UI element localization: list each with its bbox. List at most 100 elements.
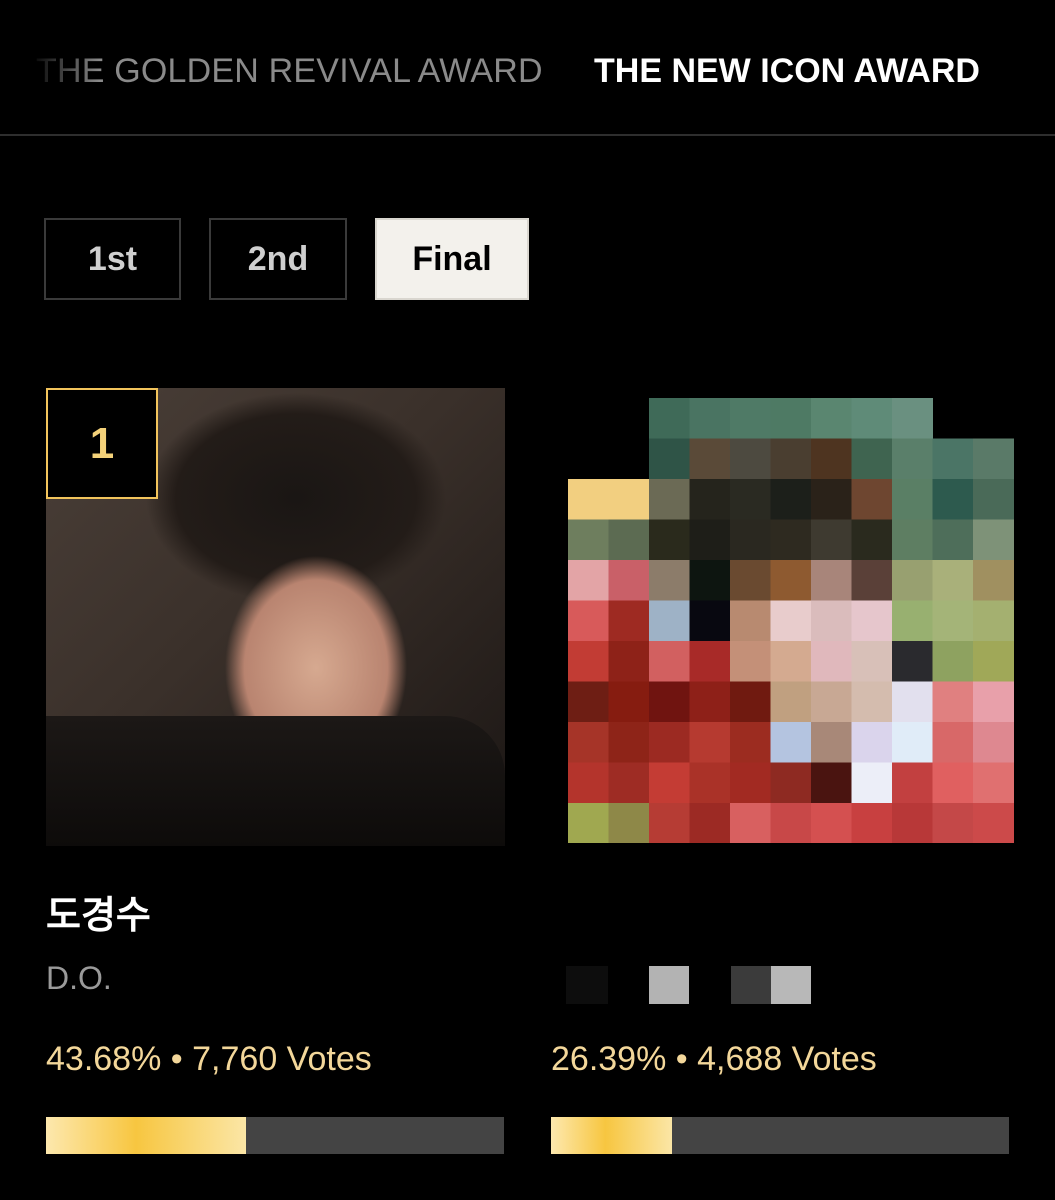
mosaic-cell <box>851 560 893 601</box>
mosaic-cell <box>770 560 812 601</box>
mosaic-cell <box>851 762 893 804</box>
mosaic-cell <box>689 519 731 561</box>
mosaic-cell <box>811 762 852 804</box>
mosaic-cell <box>689 762 731 804</box>
candidate-2-stats: 26.39% • 4,688 Votes <box>551 1040 877 1079</box>
rank-badge: 1 <box>46 388 158 499</box>
mosaic-cell <box>932 803 974 843</box>
mosaic-cell <box>851 722 893 763</box>
mosaic-cell <box>689 641 731 682</box>
candidate-1-votes: 7,760 Votes <box>192 1040 372 1078</box>
candidate-1-vote-bar <box>46 1117 504 1154</box>
mosaic-cell <box>730 519 771 561</box>
mosaic-cell <box>730 438 771 480</box>
mosaic-cell <box>568 722 609 763</box>
mosaic-cell <box>608 519 650 561</box>
mosaic-cell <box>608 803 650 843</box>
mosaic-cell <box>932 600 974 642</box>
mosaic-cell <box>689 803 731 843</box>
mosaic-cell <box>568 641 609 682</box>
mosaic-cell <box>851 600 893 642</box>
mosaic-cell <box>811 681 852 723</box>
mosaic-cell <box>973 438 1014 480</box>
mosaic-cell <box>892 479 933 520</box>
mosaic-cell <box>811 722 852 763</box>
mosaic-cell <box>689 438 731 480</box>
mosaic-cell <box>811 438 852 480</box>
mosaic-cell <box>932 722 974 763</box>
mosaic-cell <box>770 398 812 439</box>
photo-shoulders <box>46 716 505 846</box>
round-2nd-button[interactable]: 2nd <box>209 218 347 300</box>
mosaic-cell <box>811 519 852 561</box>
mosaic-cell <box>649 560 690 601</box>
mosaic-cell <box>851 398 893 439</box>
mosaic-cell <box>730 479 771 520</box>
mosaic-cell <box>811 641 852 682</box>
mosaic-cell <box>649 681 690 723</box>
mosaic-cell <box>892 722 933 763</box>
mosaic-cell <box>730 762 771 804</box>
mosaic-cell <box>568 803 609 843</box>
mosaic-cell <box>932 560 974 601</box>
mosaic-cell <box>770 479 812 520</box>
mosaic-cell <box>770 438 812 480</box>
round-1st-button[interactable]: 1st <box>44 218 181 300</box>
mosaic-cell <box>892 398 933 439</box>
mosaic-cell <box>932 438 974 480</box>
mosaic-cell <box>608 600 650 642</box>
mosaic-cell <box>730 681 771 723</box>
mosaic-cell <box>730 398 771 439</box>
mosaic-cell <box>973 722 1014 763</box>
candidate-1-percent: 43.68% <box>46 1040 162 1078</box>
mosaic-cell <box>892 803 933 843</box>
mosaic-cell <box>973 641 1014 682</box>
mosaic-cell <box>689 681 731 723</box>
mosaic-cell <box>932 479 974 520</box>
mosaic-cell <box>973 681 1014 723</box>
mosaic-cell <box>851 803 893 843</box>
redacted-block <box>771 966 811 1004</box>
mosaic-cell <box>851 519 893 561</box>
candidate-2-photo-pixelated[interactable] <box>568 398 1014 843</box>
mosaic-cell <box>811 560 852 601</box>
mosaic-cell <box>770 722 812 763</box>
mosaic-cell <box>689 600 731 642</box>
mosaic-cell <box>730 722 771 763</box>
mosaic-cell <box>689 398 731 439</box>
mosaic-cell <box>892 681 933 723</box>
mosaic-cell <box>770 762 812 804</box>
mosaic-cell <box>770 600 812 642</box>
candidate-2-vote-bar <box>551 1117 1009 1154</box>
candidate-2-percent: 26.39% <box>551 1040 667 1078</box>
mosaic-cell <box>608 722 650 763</box>
mosaic-cell <box>851 681 893 723</box>
mosaic-cell <box>568 479 609 520</box>
round-final-button[interactable]: Final <box>375 218 529 300</box>
redacted-block <box>649 966 689 1004</box>
mosaic-cell <box>649 641 690 682</box>
mosaic-cell <box>932 641 974 682</box>
mosaic-cell <box>568 762 609 804</box>
mosaic-cell <box>568 681 609 723</box>
mosaic-cell <box>608 762 650 804</box>
mosaic-cell <box>649 722 690 763</box>
mosaic-cell <box>649 600 690 642</box>
mosaic-cell <box>568 519 609 561</box>
mosaic-cell <box>892 560 933 601</box>
mosaic-cell <box>892 600 933 642</box>
tab-golden-revival-award[interactable]: THE GOLDEN REVIVAL AWARD <box>36 52 543 91</box>
mosaic-cell <box>770 641 812 682</box>
mosaic-cell <box>973 479 1014 520</box>
mosaic-cell <box>892 438 933 480</box>
mosaic-cell <box>730 641 771 682</box>
candidate-2-votes: 4,688 Votes <box>697 1040 877 1078</box>
tab-new-icon-award[interactable]: THE NEW ICON AWARD <box>594 52 980 91</box>
candidate-1-stats: 43.68% • 7,760 Votes <box>46 1040 372 1079</box>
mosaic-cell <box>568 600 609 642</box>
mosaic-cell <box>851 479 893 520</box>
candidate-1-vote-bar-fill <box>46 1117 247 1154</box>
mosaic-cell <box>568 560 609 601</box>
mosaic-cell <box>892 519 933 561</box>
mosaic-cell <box>649 398 690 439</box>
